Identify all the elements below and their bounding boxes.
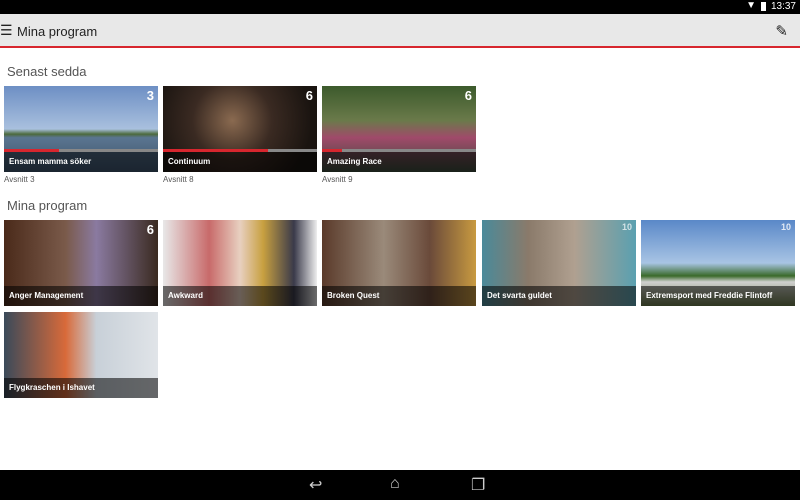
program-card[interactable]: 10 Det svarta guldet [482, 220, 636, 306]
channel-logo: 6 [146, 222, 154, 237]
program-card[interactable]: 10 Extremsport med Freddie Flintoff [641, 220, 795, 306]
card-title: Ensam mamma söker [4, 152, 158, 172]
program-card[interactable]: Awkward [163, 220, 317, 306]
episode-label: Avsnitt 8 [163, 175, 194, 184]
channel-logo: 10 [780, 222, 791, 232]
home-icon[interactable]: ⌂ [390, 475, 400, 493]
back-icon[interactable]: ↩ [309, 475, 322, 495]
navigation-bar: ↩ ⌂ ❐ [0, 470, 800, 500]
page-title: Mina program [17, 24, 98, 39]
recent-card[interactable]: 6 Continuum [163, 86, 317, 172]
recent-card[interactable]: 3 Ensam mamma söker [4, 86, 158, 172]
episode-label: Avsnitt 3 [4, 175, 35, 184]
program-card[interactable]: Flygkraschen i Ishavet [4, 312, 158, 398]
program-card[interactable]: 6 Anger Management [4, 220, 158, 306]
channel-logo: 6 [305, 88, 313, 103]
app-bar: ☰ Mina program ✎ [0, 14, 800, 48]
status-bar: ▼ 13:37 [0, 0, 800, 14]
menu-icon[interactable]: ☰ [0, 22, 13, 39]
clock: 13:37 [770, 1, 796, 12]
channel-logo: 10 [621, 222, 632, 232]
section-heading-recent: Senast sedda [7, 64, 87, 79]
card-title: Flygkraschen i Ishavet [4, 378, 158, 398]
program-card[interactable]: Broken Quest [322, 220, 476, 306]
recents-icon[interactable]: ❐ [471, 475, 485, 495]
card-title: Det svarta guldet [482, 286, 636, 306]
card-title: Anger Management [4, 286, 158, 306]
card-title: Broken Quest [322, 286, 476, 306]
channel-logo: 6 [464, 88, 472, 103]
wifi-icon: ▼ [746, 0, 756, 11]
edit-pencil-icon[interactable]: ✎ [775, 22, 788, 40]
channel-logo: 3 [146, 88, 154, 103]
card-title: Continuum [163, 152, 317, 172]
card-title: Amazing Race [322, 152, 476, 172]
card-title: Extremsport med Freddie Flintoff [641, 286, 795, 306]
card-title: Awkward [163, 286, 317, 306]
recent-card[interactable]: 6 Amazing Race [322, 86, 476, 172]
battery-icon [761, 2, 766, 11]
section-heading-mine: Mina program [7, 198, 88, 213]
episode-label: Avsnitt 9 [322, 175, 353, 184]
